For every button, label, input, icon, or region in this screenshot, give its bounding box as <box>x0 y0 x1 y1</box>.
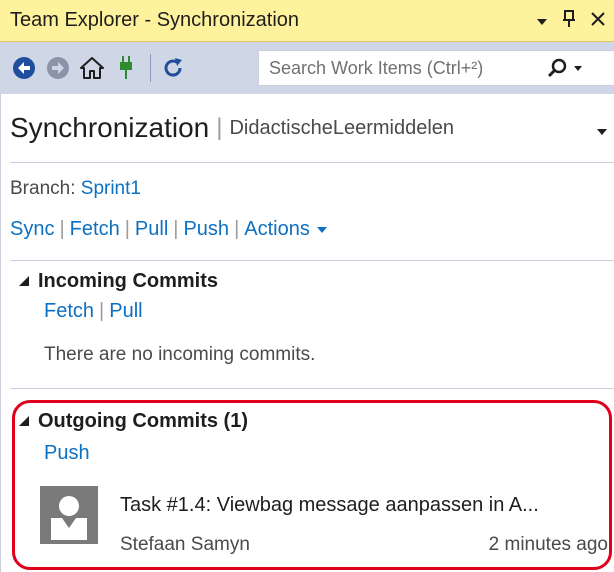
section-divider <box>10 260 614 261</box>
action-separator: | <box>234 218 240 240</box>
header-separator: | <box>216 114 223 141</box>
outgoing-actions: Push <box>44 442 90 465</box>
toolbar-separator <box>150 54 151 82</box>
search-icon <box>547 58 567 78</box>
action-separator: | <box>59 218 65 240</box>
collapse-triangle-icon[interactable] <box>18 270 30 293</box>
commit-author: Stefaan Samyn <box>120 534 250 555</box>
repository-name: DidactischeLeermiddelen <box>229 116 455 139</box>
forward-icon <box>47 57 69 79</box>
search-button[interactable] <box>539 57 583 79</box>
window-menu-dropdown-icon[interactable] <box>536 12 548 30</box>
incoming-pull-link[interactable]: Pull <box>109 300 142 323</box>
branch-label: Branch: <box>10 178 76 199</box>
close-icon[interactable] <box>590 11 606 30</box>
incoming-empty-message: There are no incoming commits. <box>44 344 316 365</box>
toolbar <box>0 42 614 94</box>
incoming-fetch-link[interactable]: Fetch <box>44 300 94 323</box>
actions-menu[interactable]: Actions <box>244 218 310 241</box>
branch-link[interactable]: Sprint1 <box>81 178 141 199</box>
commit-list-item[interactable]: Task #1.4: Viewbag message aanpassen in … <box>40 486 614 566</box>
commit-message: Task #1.4: Viewbag message aanpassen in … <box>120 494 539 516</box>
user-avatar-icon <box>40 486 98 544</box>
search-input[interactable] <box>259 53 539 83</box>
branch-row: Branch: Sprint1 <box>10 178 141 200</box>
search-box[interactable] <box>258 50 614 86</box>
page-menu-dropdown-icon[interactable] <box>596 124 608 142</box>
home-button[interactable] <box>78 54 106 82</box>
push-link[interactable]: Push <box>183 218 229 241</box>
section-divider <box>10 388 614 389</box>
window-title: Team Explorer - Synchronization <box>10 9 300 31</box>
commit-time: 2 minutes ago <box>488 534 608 555</box>
forward-button[interactable] <box>44 54 72 82</box>
actions-dropdown-icon[interactable] <box>316 218 328 241</box>
pull-link[interactable]: Pull <box>135 218 168 241</box>
header-divider <box>10 162 614 163</box>
sync-link[interactable]: Sync <box>10 218 54 241</box>
page-title: Synchronization <box>10 112 210 143</box>
outgoing-push-link[interactable]: Push <box>44 442 90 465</box>
connect-button[interactable] <box>112 54 140 82</box>
dropdown-icon <box>574 66 582 71</box>
incoming-commits-header[interactable]: Incoming Commits <box>18 270 218 293</box>
back-icon <box>13 57 35 79</box>
home-icon <box>80 57 104 79</box>
action-separator: | <box>124 218 130 240</box>
title-bar-controls <box>536 10 614 31</box>
incoming-actions: Fetch | Pull <box>44 300 143 323</box>
incoming-separator: | <box>99 300 105 322</box>
incoming-commits-title: Incoming Commits <box>38 270 219 292</box>
connect-icon <box>120 56 132 79</box>
title-bar: Team Explorer - Synchronization <box>0 0 614 42</box>
refresh-button[interactable] <box>159 54 187 82</box>
pin-icon[interactable] <box>562 10 576 31</box>
refresh-icon <box>164 58 182 77</box>
outgoing-commits-header[interactable]: Outgoing Commits (1) <box>18 410 248 433</box>
action-separator: | <box>173 218 179 240</box>
collapse-triangle-icon[interactable] <box>18 410 30 433</box>
page-header: Synchronization | DidactischeLeermiddele… <box>0 94 614 162</box>
sync-actions: Sync | Fetch | Pull | Push | Actions <box>10 218 328 241</box>
outgoing-commits-title: Outgoing Commits (1) <box>38 410 248 432</box>
fetch-link[interactable]: Fetch <box>70 218 120 241</box>
back-button[interactable] <box>10 54 38 82</box>
